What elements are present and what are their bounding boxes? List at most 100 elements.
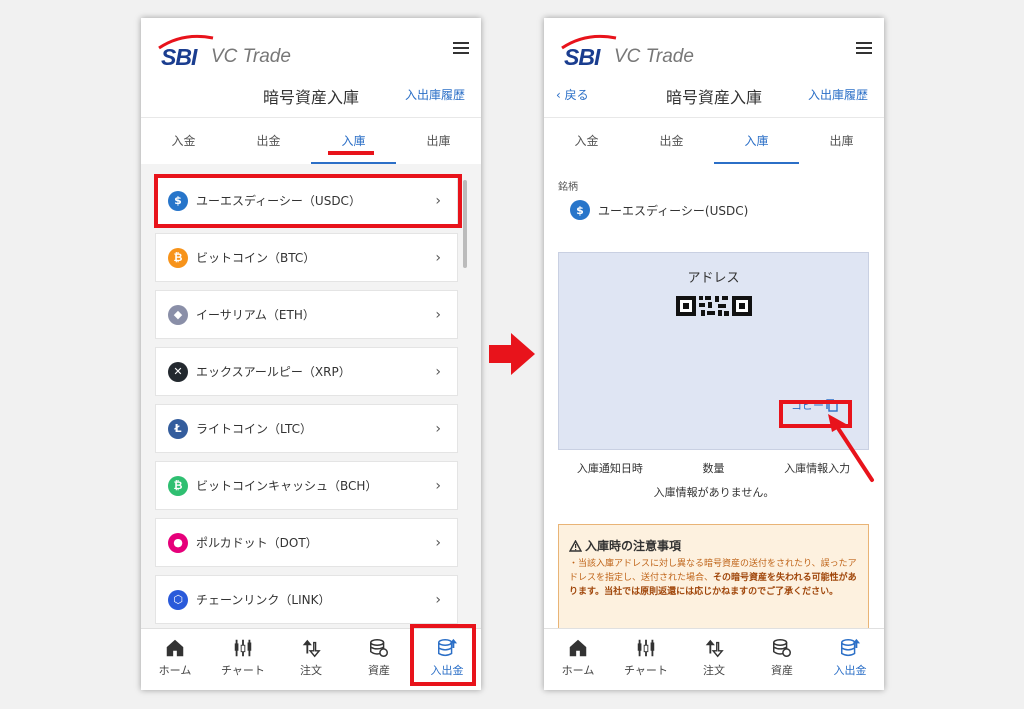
address-title: アドレス xyxy=(687,271,740,286)
ltc-icon: Ł xyxy=(168,418,188,439)
deposit-icon xyxy=(438,638,458,657)
scrollbar[interactable] xyxy=(463,180,467,268)
active-tab-highlight xyxy=(328,151,374,155)
warning-icon xyxy=(569,539,582,552)
tab-bar: 入金 出金 入庫 出庫 xyxy=(141,122,481,164)
nav-deposit[interactable]: 入出金 xyxy=(816,629,884,690)
deposit-icon xyxy=(841,638,861,657)
coin-item-eth[interactable]: ◆ イーサリアム（ETH） › xyxy=(155,290,458,339)
sbi-vc-trade-logo[interactable]: SBI VC Trade xyxy=(155,32,305,72)
nav-deposit[interactable]: 入出金 xyxy=(413,629,481,690)
coin-item-bch[interactable]: ₿ ビットコインキャッシュ（BCH） › xyxy=(155,461,458,510)
home-icon xyxy=(569,639,587,657)
header: SBI VC Trade 暗号資産入庫 入出庫履歴 xyxy=(141,18,481,118)
logo-sbi-text: SBI xyxy=(564,44,600,70)
nav-order[interactable]: 注文 xyxy=(277,629,345,690)
assets-icon xyxy=(370,639,388,657)
right-phone-screen: SBI VC Trade ‹ 戻る 暗号資産入庫 入出庫履歴 入金 出金 入庫 … xyxy=(544,18,884,690)
bch-icon: ₿ xyxy=(168,475,188,496)
tab-deposit-jpy[interactable]: 入金 xyxy=(141,122,226,164)
assets-icon xyxy=(773,639,791,657)
nav-label: 資産 xyxy=(368,664,390,677)
chart-icon xyxy=(234,639,252,657)
tab-withdraw-jpy[interactable]: 出金 xyxy=(226,122,311,164)
selected-coin-label: ユーエスディーシー(USDC) xyxy=(598,203,749,218)
history-link[interactable]: 入出庫履歴 xyxy=(405,86,465,103)
logo-sbi-text: SBI xyxy=(161,44,197,70)
tab-withdraw-jpy[interactable]: 出金 xyxy=(629,122,714,164)
coin-label: イーサリアム（ETH） xyxy=(196,308,315,322)
right-arrow-icon xyxy=(489,333,535,375)
nav-label: ホーム xyxy=(561,664,595,677)
chevron-right-icon: › xyxy=(435,420,441,437)
header: SBI VC Trade ‹ 戻る 暗号資産入庫 入出庫履歴 xyxy=(544,18,884,118)
nav-chart[interactable]: チャート xyxy=(209,629,277,690)
tab-deposit-jpy[interactable]: 入金 xyxy=(544,122,629,164)
order-icon xyxy=(705,639,724,658)
nav-label: 入出金 xyxy=(833,664,867,677)
order-icon xyxy=(302,639,321,658)
symbol-label: 銘柄 xyxy=(558,182,578,193)
logo-vc-text: VC Trade xyxy=(211,46,291,67)
hamburger-menu-icon[interactable] xyxy=(856,42,872,54)
notice-box: 入庫時の注意事項 ・当該入庫アドレスに対し異なる暗号資産の送付をされたり、誤った… xyxy=(558,524,869,628)
notice-title: 入庫時の注意事項 xyxy=(569,537,681,554)
coin-label: ビットコイン（BTC） xyxy=(196,251,316,265)
nav-home[interactable]: ホーム xyxy=(141,629,209,690)
coin-label: エックスアールピー（XRP） xyxy=(196,365,351,379)
xrp-icon: ✕ xyxy=(168,361,188,382)
nav-order[interactable]: 注文 xyxy=(680,629,748,690)
coin-item-dot[interactable]: ● ポルカドット（DOT） › xyxy=(155,518,458,567)
nav-label: チャート xyxy=(624,664,668,677)
usdc-icon: $ xyxy=(168,190,188,211)
nav-label: チャート xyxy=(221,664,265,677)
coin-item-btc[interactable]: ₿ ビットコイン（BTC） › xyxy=(155,233,458,282)
nav-home[interactable]: ホーム xyxy=(544,629,612,690)
nav-label: 注文 xyxy=(300,664,322,677)
coin-list: $ ユーエスディーシー（USDC） › ₿ ビットコイン（BTC） › ◆ イー… xyxy=(141,164,481,628)
usdc-icon: $ xyxy=(570,200,590,220)
eth-icon: ◆ xyxy=(168,304,188,325)
pointer-arrow-icon xyxy=(828,414,874,482)
home-icon xyxy=(166,639,184,657)
selected-coin: $ ユーエスディーシー(USDC) xyxy=(570,200,748,220)
column-notify-date: 入庫通知日時 xyxy=(576,462,643,475)
chevron-right-icon: › xyxy=(435,477,441,494)
coin-label: チェーンリンク（LINK） xyxy=(196,593,331,607)
logo-vc-text: VC Trade xyxy=(614,46,694,67)
history-link[interactable]: 入出庫履歴 xyxy=(808,86,868,103)
tab-bar: 入金 出金 入庫 出庫 xyxy=(544,122,884,164)
coin-item-ltc[interactable]: Ł ライトコイン（LTC） › xyxy=(155,404,458,453)
nav-assets[interactable]: 資産 xyxy=(748,629,816,690)
left-phone-screen: SBI VC Trade 暗号資産入庫 入出庫履歴 入金 出金 入庫 出庫 $ … xyxy=(141,18,481,690)
coin-item-link[interactable]: ⬡ チェーンリンク（LINK） › xyxy=(155,575,458,624)
coin-label: ポルカドット（DOT） xyxy=(196,536,318,550)
chevron-right-icon: › xyxy=(435,249,441,266)
chevron-right-icon: › xyxy=(435,192,441,209)
nav-label: 資産 xyxy=(771,664,793,677)
nav-label: 注文 xyxy=(703,664,725,677)
nav-assets[interactable]: 資産 xyxy=(345,629,413,690)
nav-label: ホーム xyxy=(158,664,192,677)
qr-code-icon xyxy=(676,296,752,316)
column-amount: 数量 xyxy=(702,462,725,475)
coin-item-xrp[interactable]: ✕ エックスアールピー（XRP） › xyxy=(155,347,458,396)
hamburger-menu-icon[interactable] xyxy=(453,42,469,54)
notice-title-text: 入庫時の注意事項 xyxy=(585,539,682,553)
tab-receive-crypto[interactable]: 入庫 xyxy=(311,122,396,164)
link-icon: ⬡ xyxy=(168,589,188,610)
chart-icon xyxy=(637,639,655,657)
tab-send-crypto[interactable]: 出庫 xyxy=(396,122,481,164)
btc-icon: ₿ xyxy=(168,247,188,268)
tab-send-crypto[interactable]: 出庫 xyxy=(799,122,884,164)
chevron-right-icon: › xyxy=(435,591,441,608)
bottom-nav: ホーム チャート 注文 資産 入出金 xyxy=(141,628,481,690)
coin-item-usdc[interactable]: $ ユーエスディーシー（USDC） › xyxy=(155,176,458,225)
tab-receive-crypto[interactable]: 入庫 xyxy=(714,122,799,164)
notice-body: ・当該入庫アドレスに対し異なる暗号資産の送付をされたり、誤ったアドレスを指定し、… xyxy=(569,557,861,599)
sbi-vc-trade-logo[interactable]: SBI VC Trade xyxy=(558,32,708,72)
nav-chart[interactable]: チャート xyxy=(612,629,680,690)
coin-label: ビットコインキャッシュ（BCH） xyxy=(196,479,378,493)
deposit-detail: 銘柄 $ ユーエスディーシー(USDC) アドレス コピー 入庫通知日時 数量 … xyxy=(544,164,884,628)
chevron-right-icon: › xyxy=(435,363,441,380)
